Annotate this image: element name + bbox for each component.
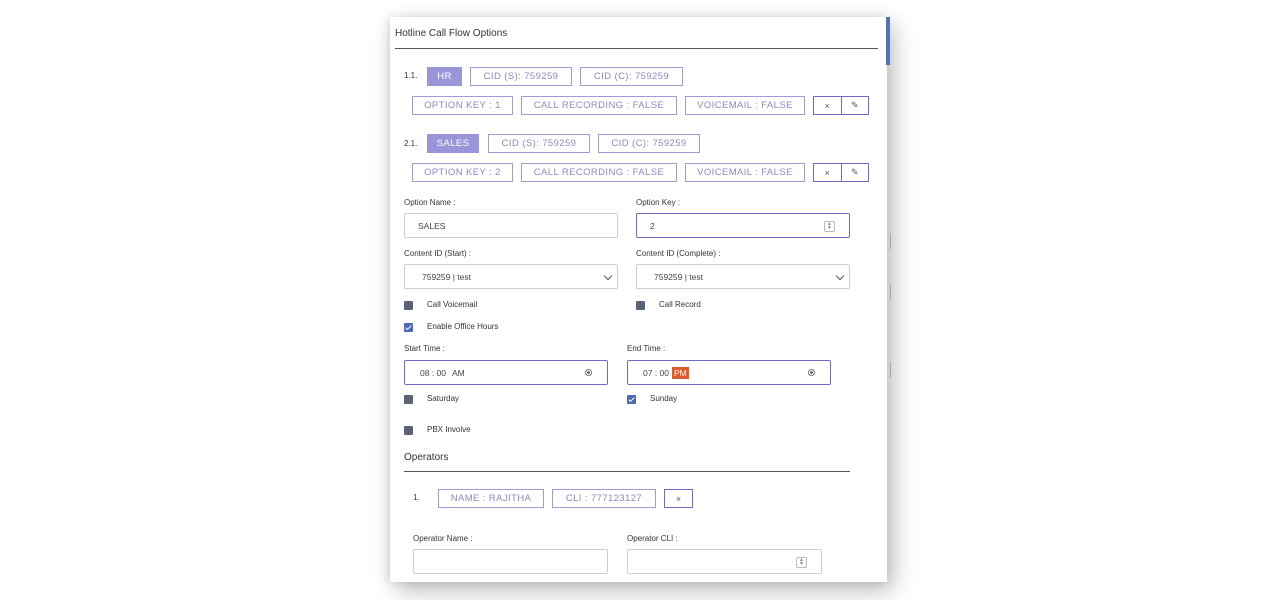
option-actions: × ✎ [813, 163, 869, 182]
call-record-label: Call Record [659, 300, 701, 309]
saturday-label: Saturday [427, 394, 460, 403]
clear-icon[interactable] [585, 369, 592, 376]
end-time-input[interactable]: 07 : 00 PM [627, 360, 831, 385]
cid-start-badge: CID (S): 759259 [470, 67, 572, 86]
option-key-input[interactable]: 2 ▲ ▼ [636, 213, 850, 238]
content-complete-label: Content ID (Complete) : [636, 249, 721, 258]
option-key-badge: OPTION KEY : 1 [412, 96, 513, 115]
content-start-label: Content ID (Start) : [404, 249, 472, 258]
start-time-ampm: AM [452, 367, 465, 378]
end-time-ampm: PM [672, 366, 689, 379]
enable-office-hours-label: Enable Office Hours [427, 322, 499, 331]
operator-number: 1. [413, 493, 420, 502]
edit-icon[interactable]: ✎ [840, 164, 869, 181]
end-time-value: 07 : 00 [643, 367, 669, 378]
option-key-label: Option Key : [636, 198, 681, 207]
saturday-checkbox[interactable] [404, 395, 413, 404]
chevron-down-icon [603, 271, 613, 281]
operator-cli-badge: CLI : 777123127 [552, 489, 656, 508]
sunday-label: Sunday [650, 394, 678, 403]
edit-icon[interactable]: ✎ [840, 97, 869, 114]
operator-cli-input[interactable]: ▲ ▼ [627, 549, 822, 574]
operator-name-input[interactable] [413, 549, 608, 574]
delete-icon[interactable]: × [814, 97, 841, 114]
option-name-label: Option Name : [404, 198, 456, 207]
sunday-checkbox[interactable] [627, 395, 636, 404]
clear-icon[interactable] [808, 369, 815, 376]
operator-cli-label: Operator CLI : [627, 534, 678, 543]
stepper-icon[interactable]: ▲ ▼ [824, 221, 835, 232]
operator-name-label: Operator Name : [413, 534, 473, 543]
start-time-value: 08 : 00 [420, 367, 446, 378]
end-time-label: End Time : [627, 344, 666, 353]
content-start-value: 759259 | test [422, 271, 471, 282]
pbx-involve-checkbox[interactable] [404, 426, 413, 435]
start-time-input[interactable]: 08 : 00 AM [404, 360, 608, 385]
voicemail-badge: VOICEMAIL : FALSE [685, 163, 805, 182]
chevron-down-icon [835, 271, 845, 281]
cid-complete-badge: CID (C): 759259 [580, 67, 683, 86]
enable-office-hours-checkbox[interactable] [404, 323, 413, 332]
option-name-badge[interactable]: SALES [427, 134, 479, 153]
operator-actions: × [664, 489, 693, 508]
voicemail-badge: VOICEMAIL : FALSE [685, 96, 805, 115]
option-number: 2.1. [404, 139, 418, 148]
call-recording-badge: CALL RECORDING : FALSE [521, 163, 677, 182]
cid-complete-badge: CID (C): 759259 [598, 134, 700, 153]
scrollbar[interactable] [886, 17, 890, 65]
call-voicemail-checkbox[interactable] [404, 301, 413, 310]
start-time-label: Start Time : [404, 344, 445, 353]
call-record-checkbox[interactable] [636, 301, 645, 310]
content-start-select[interactable]: 759259 | test [404, 264, 618, 289]
pbx-involve-label: PBX Involve [427, 425, 471, 434]
operator-name-badge: NAME : RAJITHA [438, 489, 544, 508]
call-voicemail-label: Call Voicemail [427, 300, 478, 309]
delete-icon[interactable]: × [665, 490, 692, 507]
stepper-icon[interactable]: ▲ ▼ [796, 557, 807, 568]
option-key-badge: OPTION KEY : 2 [412, 163, 513, 182]
call-recording-badge: CALL RECORDING : FALSE [521, 96, 677, 115]
content-complete-select[interactable]: 759259 | test [636, 264, 850, 289]
option-key-value: 2 [650, 220, 655, 231]
option-name-value: SALES [418, 220, 446, 231]
option-name-input[interactable]: SALES [404, 213, 618, 238]
cid-start-badge: CID (S): 759259 [488, 134, 590, 153]
operators-divider [404, 471, 850, 472]
option-number: 1.1. [404, 71, 418, 80]
title-divider [395, 48, 878, 49]
call-flow-panel: Hotline Call Flow Options 1.1. HR CID (S… [390, 17, 887, 582]
option-name-badge[interactable]: HR [427, 67, 462, 86]
panel-title: Hotline Call Flow Options [395, 28, 508, 39]
content-complete-value: 759259 | test [654, 271, 703, 282]
delete-icon[interactable]: × [814, 164, 841, 181]
operators-title: Operators [404, 452, 449, 463]
option-actions: × ✎ [813, 96, 869, 115]
